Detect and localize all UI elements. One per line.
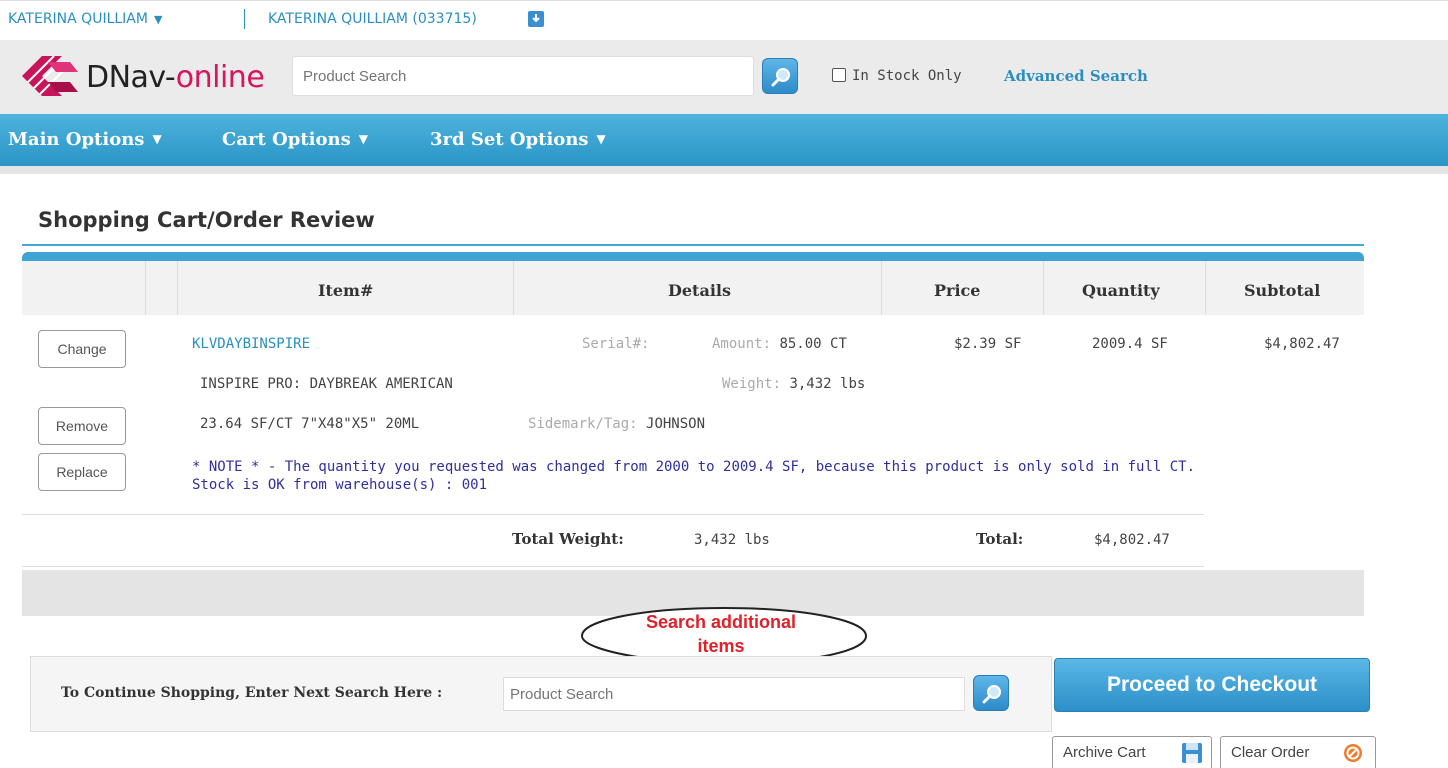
total-value: $4,802.47	[1094, 532, 1170, 548]
search-button[interactable]	[762, 58, 798, 94]
user-bar: KATERINA QUILLIAM ▼ KATERINA QUILLIAM (03…	[0, 0, 1448, 40]
change-button[interactable]: Change	[38, 330, 126, 368]
serial-label: Serial#:	[582, 336, 650, 352]
dropdown-caret-icon: ▼	[596, 132, 606, 146]
weight-value: 3,432 lbs	[789, 376, 866, 392]
save-floppy-icon	[1182, 743, 1202, 763]
header-col-blank	[146, 261, 178, 315]
totals-divider	[22, 566, 1204, 567]
in-stock-only-toggle[interactable]: In Stock Only	[832, 68, 962, 84]
item-description: INSPIRE PRO: DAYBREAK AMERICAN	[200, 376, 453, 392]
row-divider	[22, 514, 1204, 515]
header-quantity: Quantity	[1082, 281, 1160, 300]
next-search-input[interactable]	[503, 677, 965, 711]
download-icon[interactable]	[528, 11, 544, 27]
item-number-link[interactable]: KLVDAYBINSPIRE	[192, 336, 310, 352]
cart-table-header: Item# Details Price Quantity Subtotal	[22, 261, 1364, 315]
user-menu[interactable]: KATERINA QUILLIAM ▼	[8, 11, 162, 27]
item-price: $2.39 SF	[954, 336, 1022, 352]
dropdown-caret-icon: ▼	[358, 132, 368, 146]
search-magnifier-icon	[771, 68, 790, 87]
dnav-logo[interactable]: DNav-online	[18, 50, 288, 104]
clear-order-button[interactable]: Clear Order	[1220, 736, 1376, 768]
clear-prohibited-icon	[1344, 744, 1362, 762]
weight-field: Weight: 3,432 lbs	[722, 376, 866, 392]
cart-table-topbar	[22, 252, 1364, 261]
continue-shopping-panel: To Continue Shopping, Enter Next Search …	[30, 656, 1052, 732]
account-label[interactable]: KATERINA QUILLIAM (033715)	[268, 11, 477, 27]
callout-text: Search additional items	[645, 612, 797, 656]
total-label: Total:	[976, 530, 1024, 548]
header-col-subtotal: Subtotal	[1206, 261, 1364, 315]
page-title: Shopping Cart/Order Review	[38, 208, 375, 232]
item-subtotal: $4,802.47	[1264, 336, 1340, 352]
proceed-to-checkout-button[interactable]: Proceed to Checkout	[1054, 658, 1370, 712]
nav-main-options[interactable]: Main Options ▼	[8, 129, 162, 150]
title-divider	[22, 244, 1364, 246]
header-col-price: Price	[882, 261, 1044, 315]
total-weight-value: 3,432 lbs	[694, 532, 770, 548]
quantity-change-note: * NOTE * - The quantity you requested wa…	[192, 458, 1212, 494]
stock-status-note: Stock is OK from warehouse(s) : 001	[192, 477, 488, 493]
header-col-actions	[22, 261, 146, 315]
nav-shadow	[0, 166, 1448, 174]
advanced-search-link[interactable]: Advanced Search	[1004, 67, 1148, 85]
amount-value: 85.00 CT	[779, 336, 847, 352]
header-col-details: Details	[514, 261, 882, 315]
in-stock-label: In Stock Only	[852, 68, 962, 84]
item-quantity: 2009.4 SF	[1092, 336, 1168, 352]
site-header: DNav-online In Stock Only Advanced Searc…	[0, 40, 1448, 114]
continue-shopping-label: To Continue Shopping, Enter Next Search …	[61, 685, 443, 701]
replace-button[interactable]: Replace	[38, 453, 126, 491]
archive-cart-button[interactable]: Archive Cart	[1052, 736, 1212, 768]
header-details: Details	[668, 281, 731, 300]
item-size-spec: 23.64 SF/CT 7"X48"X5" 20ML	[200, 416, 420, 432]
header-price: Price	[934, 281, 981, 300]
header-subtotal: Subtotal	[1244, 281, 1321, 300]
nav-cart-options[interactable]: Cart Options ▼	[222, 129, 368, 150]
user-name: KATERINA QUILLIAM	[8, 11, 148, 27]
product-search-input[interactable]	[292, 56, 754, 96]
sidemark-field: Sidemark/Tag: JOHNSON	[528, 416, 706, 432]
logo-wordmark: DNav-online	[86, 60, 265, 95]
in-stock-checkbox[interactable]	[832, 68, 846, 82]
dropdown-caret-icon: ▼	[153, 13, 163, 26]
dnav-logo-icon	[22, 55, 78, 96]
search-magnifier-icon	[982, 685, 1001, 704]
total-weight-label: Total Weight:	[512, 530, 624, 548]
header-col-item: Item#	[178, 261, 514, 315]
main-nav: Main Options ▼ Cart Options ▼ 3rd Set Opti…	[0, 114, 1448, 166]
dropdown-caret-icon: ▼	[152, 132, 162, 146]
remove-button[interactable]: Remove	[38, 407, 126, 445]
nav-3rd-set-options[interactable]: 3rd Set Options ▼	[430, 129, 606, 150]
amount-field: Amount: 85.00 CT	[712, 336, 847, 352]
header-item: Item#	[318, 281, 374, 300]
next-search-button[interactable]	[973, 675, 1009, 711]
sidemark-value: JOHNSON	[646, 416, 706, 432]
user-bar-separator	[244, 9, 245, 29]
header-col-quantity: Quantity	[1044, 261, 1206, 315]
